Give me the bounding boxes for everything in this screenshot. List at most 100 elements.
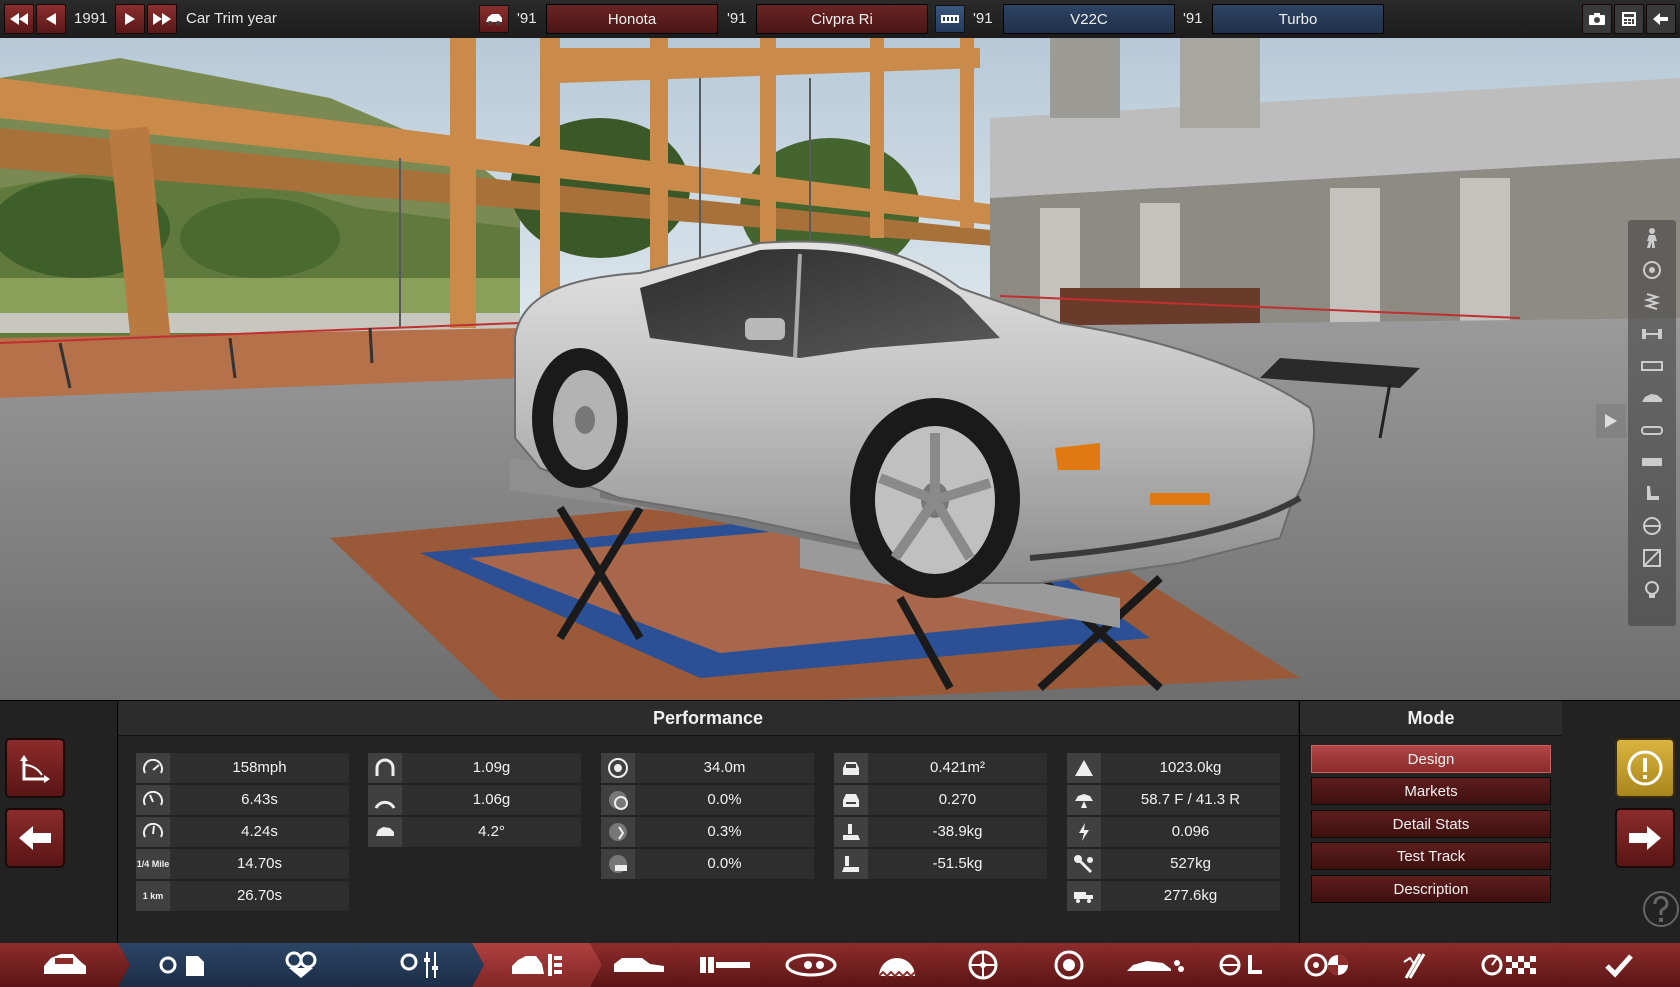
car-body-icon[interactable] bbox=[1638, 386, 1666, 410]
toolbar-engine-tune[interactable] bbox=[354, 943, 484, 987]
toolbar-suspension[interactable] bbox=[848, 943, 946, 987]
brake-lockup-icon bbox=[601, 849, 635, 879]
toolbar-interior[interactable] bbox=[1192, 943, 1290, 987]
brake-fade-hot-icon bbox=[601, 817, 635, 847]
first-year-button[interactable] bbox=[4, 4, 34, 34]
model-trim-field[interactable]: Civpra Ri bbox=[756, 4, 928, 34]
left-controls bbox=[0, 701, 118, 943]
calculator-button[interactable] bbox=[1614, 4, 1644, 34]
front-downforce-icon bbox=[834, 817, 868, 847]
next-year-button[interactable] bbox=[115, 4, 145, 34]
aero-icon bbox=[1125, 955, 1185, 975]
stat-brake-fade: 0.0% bbox=[601, 785, 814, 815]
toolbar-steering[interactable] bbox=[1278, 943, 1376, 987]
right-arrow-icon bbox=[125, 13, 135, 25]
toolbar-trim[interactable] bbox=[472, 943, 602, 987]
seat-icon[interactable] bbox=[1638, 482, 1666, 506]
axle-icon[interactable] bbox=[1638, 322, 1666, 346]
chassis-icon bbox=[698, 954, 752, 976]
toolbar-tuning[interactable] bbox=[1364, 943, 1462, 987]
left-arrow-icon bbox=[19, 826, 51, 850]
tuning-icon bbox=[1400, 950, 1426, 980]
mode-design-button[interactable]: Design bbox=[1311, 745, 1551, 773]
performance-panel: Performance 158mph 6.43s 4.24s 1/4 Mile … bbox=[118, 701, 1298, 943]
stat-frontal-area: 0.421m² bbox=[834, 753, 1047, 783]
spring-icon[interactable] bbox=[1638, 290, 1666, 314]
stat-top-speed: 158mph bbox=[136, 753, 349, 783]
power-to-weight-icon bbox=[1067, 817, 1101, 847]
toolbar-wheels[interactable] bbox=[934, 943, 1032, 987]
year-label: Car Trim year bbox=[186, 10, 277, 27]
mode-test-track-button[interactable]: Test Track bbox=[1311, 842, 1551, 870]
toolbar-body[interactable] bbox=[590, 943, 688, 987]
mode-panel: Mode Design Markets Detail Stats Test Tr… bbox=[1299, 701, 1563, 943]
toolbar-car-model[interactable] bbox=[0, 943, 130, 987]
warnings-button[interactable] bbox=[1615, 738, 1675, 798]
steering-wheel-icon[interactable] bbox=[1638, 514, 1666, 538]
engine-variant-field[interactable]: Turbo bbox=[1212, 4, 1384, 34]
previous-year-button[interactable] bbox=[36, 4, 66, 34]
body-roll-icon bbox=[368, 817, 402, 847]
model-family-field[interactable]: Honota bbox=[546, 4, 718, 34]
double-right-arrow-icon bbox=[153, 13, 171, 25]
engine-tune-icon bbox=[397, 950, 441, 980]
car-side-icon[interactable] bbox=[1638, 418, 1666, 442]
stat-body-roll: 4.2° bbox=[368, 817, 581, 847]
stat-acceleration-100: 6.43s bbox=[136, 785, 349, 815]
toolbar-chassis[interactable] bbox=[676, 943, 774, 987]
stat-one-km: 1 km 26.70s bbox=[136, 881, 349, 911]
toolbar-finish[interactable] bbox=[1558, 943, 1680, 987]
wheels-icon bbox=[968, 950, 998, 980]
test-track-icon bbox=[1480, 953, 1540, 977]
view-options-panel bbox=[1628, 220, 1676, 626]
towing-icon bbox=[1067, 881, 1101, 911]
stat-brake-lockup: 0.0% bbox=[601, 849, 814, 879]
side-panel-expand-button[interactable] bbox=[1596, 404, 1626, 438]
person-icon[interactable] bbox=[1638, 226, 1666, 250]
wheel-icon[interactable] bbox=[1638, 258, 1666, 282]
question-icon bbox=[1643, 891, 1679, 927]
toolbar-aero[interactable] bbox=[1106, 943, 1204, 987]
mode-description-button[interactable]: Description bbox=[1311, 875, 1551, 903]
last-year-button[interactable] bbox=[147, 4, 177, 34]
light-bulb-icon[interactable] bbox=[1638, 578, 1666, 602]
engine-year-2: '91 bbox=[1183, 10, 1203, 27]
toolbar-brakes[interactable] bbox=[1020, 943, 1118, 987]
mode-detail-stats-button[interactable]: Detail Stats bbox=[1311, 810, 1551, 838]
frontal-area-icon bbox=[834, 753, 868, 783]
car-viewport[interactable] bbox=[0, 38, 1680, 700]
mode-markets-button[interactable]: Markets bbox=[1311, 777, 1551, 805]
toolbar-engine-design[interactable] bbox=[236, 943, 366, 987]
toolbar-engine-files[interactable] bbox=[118, 943, 248, 987]
stat-drag-coefficient: 0.270 bbox=[834, 785, 1047, 815]
model-year-2: '91 bbox=[727, 10, 747, 27]
exclamation-icon bbox=[1627, 750, 1663, 786]
engine-select-button[interactable] bbox=[935, 5, 965, 33]
cornering-high-icon bbox=[368, 785, 402, 815]
car-model-select-button[interactable] bbox=[479, 5, 509, 33]
stat-cornering-high: 1.06g bbox=[368, 785, 581, 815]
stat-cornering-low: 1.09g bbox=[368, 753, 581, 783]
back-arrow-icon bbox=[1653, 13, 1668, 25]
cornering-low-icon bbox=[368, 753, 402, 783]
braking-distance-icon bbox=[601, 753, 635, 783]
camera-angle-button[interactable] bbox=[5, 738, 65, 798]
engine-design-icon bbox=[279, 950, 323, 980]
exit-button[interactable] bbox=[1646, 4, 1676, 34]
performance-title: Performance bbox=[118, 701, 1298, 736]
toolbar-test-track[interactable] bbox=[1450, 943, 1570, 987]
help-button[interactable] bbox=[1642, 890, 1680, 928]
drag-coefficient-icon bbox=[834, 785, 868, 815]
panel-icon[interactable] bbox=[1638, 546, 1666, 570]
chassis-frame-icon[interactable] bbox=[1638, 354, 1666, 378]
back-button[interactable] bbox=[5, 808, 65, 868]
engine-block-icon[interactable] bbox=[1638, 450, 1666, 474]
engine-family-field[interactable]: V22C bbox=[1003, 4, 1175, 34]
stat-weight: 1023.0kg bbox=[1067, 753, 1280, 783]
next-button[interactable] bbox=[1615, 808, 1675, 868]
one-km-icon: 1 km bbox=[136, 881, 170, 911]
double-left-arrow-icon bbox=[10, 13, 28, 25]
quarter-mile-icon: 1/4 Mile bbox=[136, 849, 170, 879]
screenshot-button[interactable] bbox=[1582, 4, 1612, 34]
toolbar-fixtures[interactable] bbox=[762, 943, 860, 987]
